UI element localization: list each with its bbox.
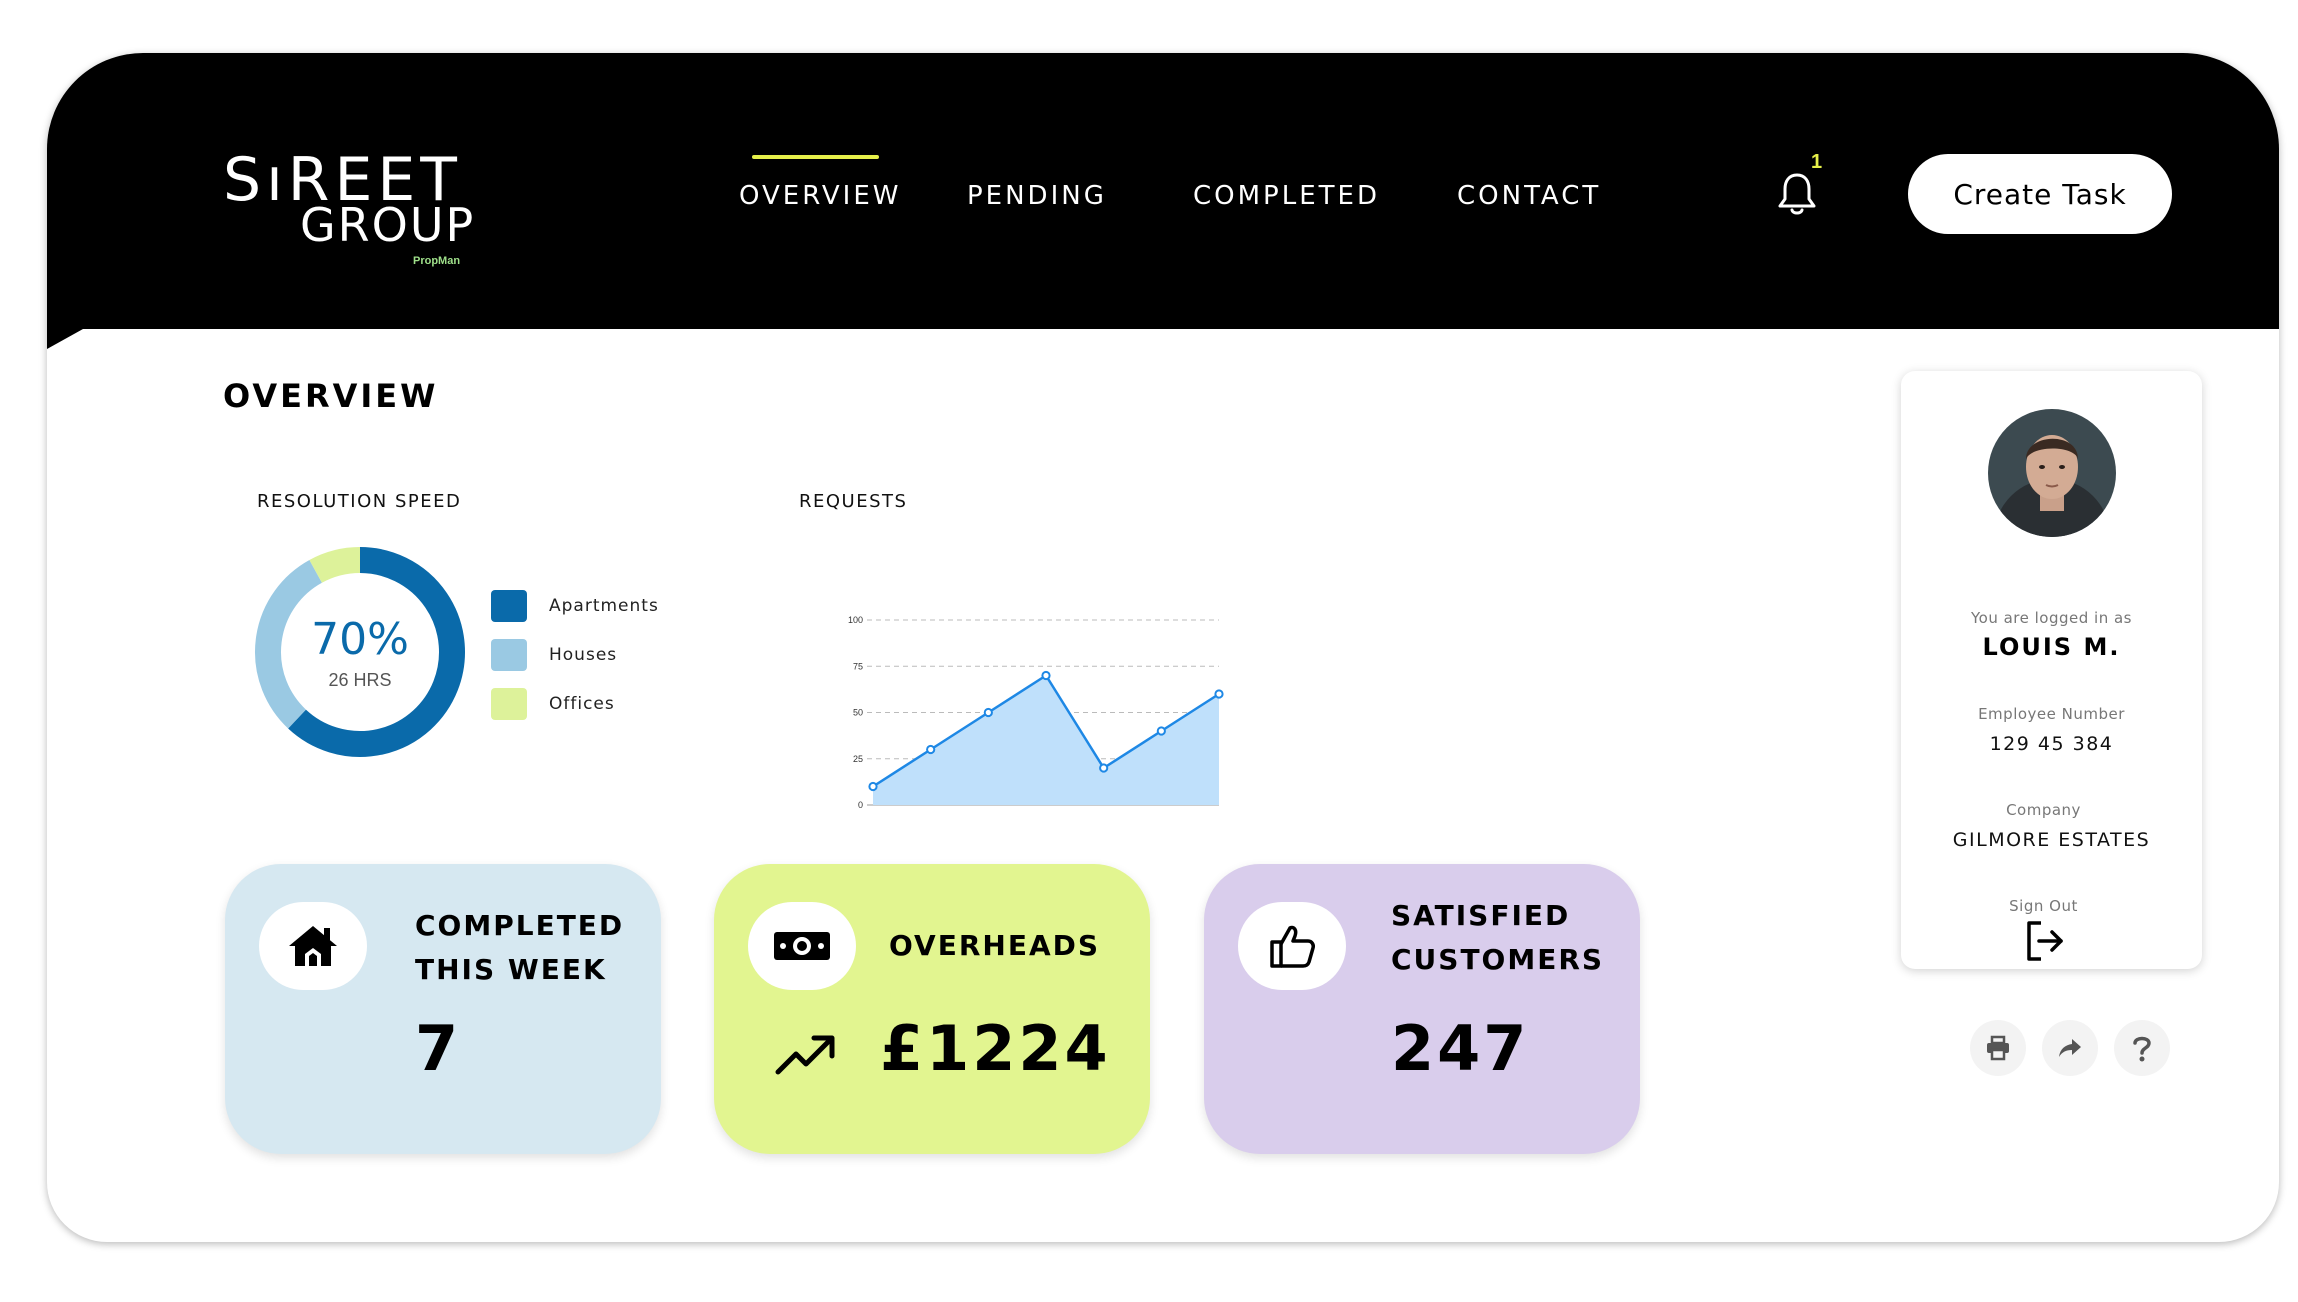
nav-completed[interactable]: COMPLETED [1193, 181, 1380, 211]
legend-label-apartments: Apartments [549, 596, 659, 616]
help-button[interactable] [2114, 1020, 2170, 1076]
nav-active-indicator [752, 155, 879, 159]
resolution-donut: 70% 26 HRS [254, 546, 466, 758]
y-tick-label: 75 [853, 661, 863, 671]
requests-chart: 0255075100MondayTuesdayWednesdayThursday… [848, 615, 1224, 810]
money-icon [774, 932, 830, 960]
legend-houses: Houses [491, 639, 617, 671]
brand-line2: GROUP [300, 198, 476, 252]
legend-swatch-houses [491, 639, 527, 671]
profile-panel: You are logged in as LOUIS M. Employee N… [1901, 371, 2202, 969]
card-icon-pill [1238, 902, 1346, 990]
nav-pending[interactable]: PENDING [967, 181, 1107, 211]
company-label: Company [2006, 801, 2081, 819]
app-window: SıREET GROUP PropMan OVERVIEW PENDING CO… [47, 53, 2279, 1242]
page-title: OVERVIEW [223, 377, 439, 415]
y-tick-label: 25 [853, 754, 863, 764]
top-header: SıREET GROUP PropMan OVERVIEW PENDING CO… [47, 53, 2279, 329]
nav-overview[interactable]: OVERVIEW [739, 181, 901, 211]
card-satisfied-customers[interactable]: SATISFIED CUSTOMERS 247 [1204, 864, 1640, 1154]
logged-in-label: You are logged in as [1970, 609, 2132, 627]
requests-point [1099, 763, 1109, 773]
employee-number: 129 45 384 [1989, 733, 2114, 755]
requests-point [926, 744, 936, 755]
share-icon [2059, 1039, 2081, 1057]
company-name: GILMORE ESTATES [1952, 829, 2151, 851]
avatar[interactable] [1988, 409, 2116, 537]
print-button[interactable] [1970, 1020, 2026, 1076]
nav-contact[interactable]: CONTACT [1457, 181, 1601, 211]
resolution-percent: 70% [311, 614, 409, 665]
donut-segment-offices [309, 547, 361, 584]
card-title-line1: SATISFIED [1391, 899, 1571, 932]
thumbs-up-icon [1270, 925, 1315, 968]
resolution-hours: 26 HRS [328, 670, 392, 690]
requests-point [1214, 689, 1224, 699]
legend-offices: Offices [491, 688, 615, 720]
legend-swatch-apartments [491, 590, 527, 622]
help-icon [2133, 1036, 2151, 1062]
requests-area [873, 675, 1219, 805]
y-tick-label: 0 [858, 800, 863, 810]
bell-icon[interactable] [1775, 171, 1819, 217]
share-button[interactable] [2042, 1020, 2098, 1076]
signout-label: Sign Out [2009, 897, 2078, 915]
legend-label-offices: Offices [549, 694, 615, 714]
legend-label-houses: Houses [549, 645, 618, 665]
requests-point [983, 707, 993, 718]
card-value: 247 [1391, 1012, 1530, 1085]
employee-number-label: Employee Number [1978, 705, 2125, 723]
sign-out-icon[interactable] [2023, 919, 2067, 963]
card-icon-pill [259, 902, 367, 990]
card-value: 7 [415, 1012, 462, 1085]
y-tick-label: 50 [853, 708, 863, 718]
card-icon-pill [748, 902, 856, 990]
legend-swatch-offices [491, 688, 527, 720]
trending-up-icon [775, 1035, 835, 1075]
requests-point [868, 781, 878, 792]
brand-logo[interactable]: SıREET GROUP PropMan [223, 150, 473, 270]
resolution-speed-label: RESOLUTION SPEED [257, 491, 462, 512]
requests-point [1156, 726, 1166, 736]
card-title-line2: CUSTOMERS [1391, 943, 1605, 976]
y-tick-label: 100 [848, 615, 863, 625]
house-icon [289, 926, 337, 966]
card-value: £1224 [880, 1012, 1111, 1085]
user-photo [1988, 409, 2116, 537]
printer-icon [1987, 1035, 2009, 1061]
brand-sub: PropMan [413, 255, 461, 267]
user-name: LOUIS M. [1982, 633, 2121, 661]
card-title-line2: THIS WEEK [415, 953, 607, 986]
header-notch [47, 329, 83, 349]
requests-point [1041, 670, 1051, 681]
card-overheads[interactable]: OVERHEADS £1224 [714, 864, 1150, 1154]
create-task-button[interactable]: Create Task [1908, 154, 2172, 234]
card-completed-this-week[interactable]: COMPLETED THIS WEEK 7 [225, 864, 661, 1154]
notification-badge: 1 [1811, 151, 1823, 173]
requests-label: REQUESTS [799, 491, 908, 512]
legend-apartments: Apartments [491, 590, 659, 622]
card-title-line1: OVERHEADS [889, 929, 1101, 962]
card-title-line1: COMPLETED [415, 909, 625, 942]
